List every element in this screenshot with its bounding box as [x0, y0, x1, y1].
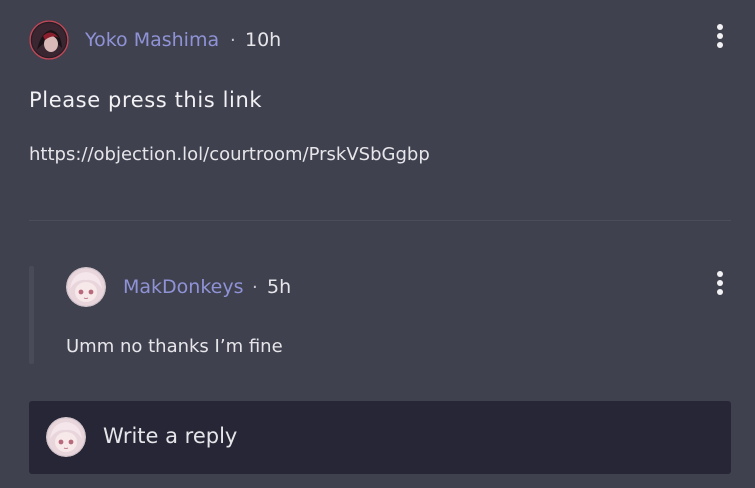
- post-meta-separator: ·: [230, 30, 236, 51]
- avatar-image: [29, 20, 69, 60]
- post-author-name[interactable]: Yoko Mashima: [85, 29, 219, 51]
- reply-text: Umm no thanks I’m fine: [66, 336, 283, 357]
- reply-meta-separator: ·: [252, 277, 258, 298]
- current-user-avatar: [46, 417, 86, 457]
- reply-placeholder: Write a reply: [103, 424, 238, 448]
- post-author-avatar[interactable]: [29, 20, 69, 60]
- post-more-icon[interactable]: [715, 24, 725, 48]
- reply-more-icon[interactable]: [715, 271, 725, 295]
- reply-author-name[interactable]: MakDonkeys: [123, 276, 244, 298]
- post-link[interactable]: https://objection.lol/courtroom/PrskVSbG…: [29, 144, 430, 165]
- post-title: Please press this link: [29, 88, 263, 112]
- avatar-image: [66, 267, 106, 307]
- avatar-image: [46, 417, 86, 457]
- reply-input[interactable]: Write a reply: [29, 401, 731, 474]
- reply-author-avatar[interactable]: [66, 267, 106, 307]
- thread-line: [29, 266, 34, 364]
- comment-thread: Yoko Mashima · 10h Please press this lin…: [0, 0, 755, 488]
- divider: [29, 220, 731, 221]
- reply-timestamp: 5h: [267, 276, 292, 298]
- post-timestamp: 10h: [245, 29, 282, 51]
